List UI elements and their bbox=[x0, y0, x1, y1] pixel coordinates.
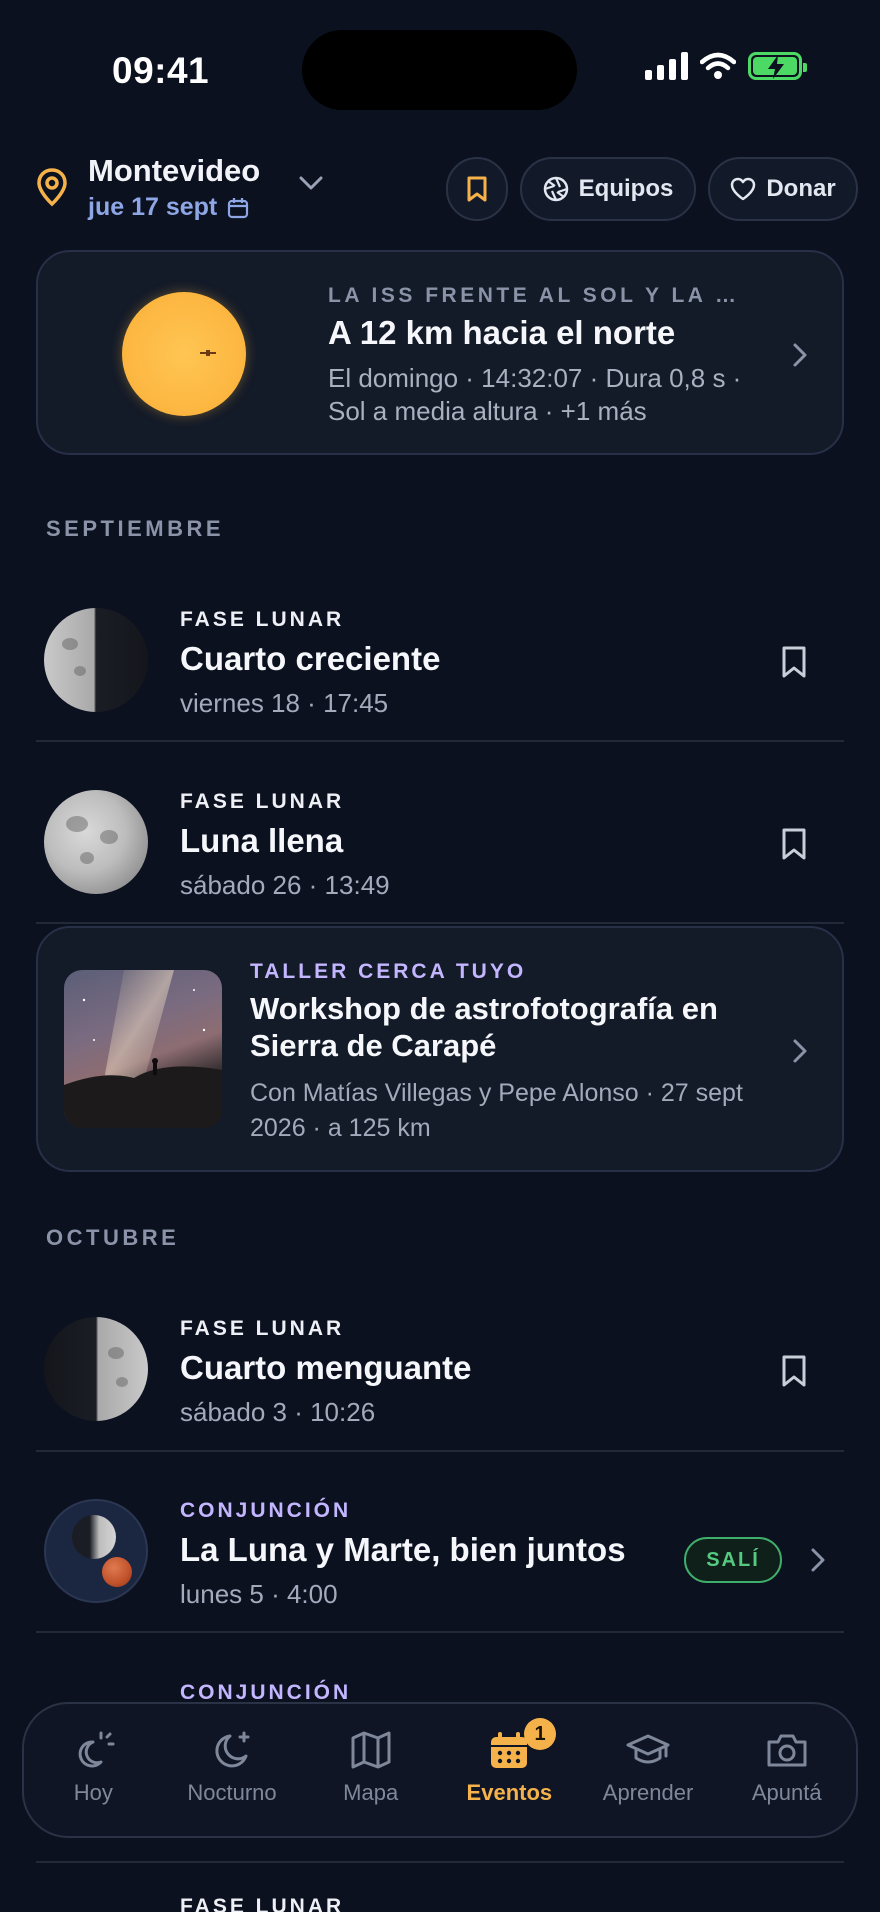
moon-first-quarter-image bbox=[44, 608, 148, 712]
moon-star-icon bbox=[215, 1731, 250, 1768]
workshop-eyebrow: TALLER CERCA TUYO bbox=[250, 960, 527, 983]
equipos-label: Equipos bbox=[578, 175, 674, 202]
event-category: FASE LUNAR bbox=[180, 608, 345, 631]
month-header-october: OCTUBRE bbox=[46, 1225, 180, 1250]
event-title: La Luna y Marte, bien juntos bbox=[180, 1531, 626, 1568]
chevron-right-icon bbox=[811, 1548, 825, 1572]
sun-image bbox=[122, 292, 246, 416]
status-icons bbox=[645, 52, 807, 80]
status-time: 09:41 bbox=[112, 50, 210, 91]
location-pin-icon bbox=[37, 168, 67, 207]
moon-last-quarter-image bbox=[44, 1317, 148, 1421]
saved-events-button[interactable] bbox=[446, 157, 508, 221]
bottom-tab-bar: Hoy Nocturno Mapa 1 Eventos Aprender Apu… bbox=[22, 1702, 858, 1838]
equipos-button[interactable]: Equipos bbox=[520, 157, 696, 221]
calendar-small-icon bbox=[228, 197, 249, 218]
tab-nocturno[interactable]: Nocturno bbox=[163, 1704, 302, 1836]
event-row[interactable]: FASE LUNAR Luna llena sábado 26 · 13:49 bbox=[36, 742, 844, 922]
city-name[interactable]: Montevideo bbox=[88, 153, 260, 189]
event-title: Luna llena bbox=[180, 822, 344, 859]
moon-full-image bbox=[44, 790, 148, 894]
donar-button[interactable]: Donar bbox=[708, 157, 858, 221]
iss-subtitle: El domingo · 14:32:07 · Dura 0,8 s · Sol… bbox=[328, 363, 742, 426]
bookmark-icon[interactable] bbox=[780, 827, 808, 861]
bookmark-icon bbox=[467, 176, 487, 202]
aperture-icon bbox=[543, 176, 568, 202]
tab-mapa[interactable]: Mapa bbox=[301, 1704, 440, 1836]
notification-badge: 1 bbox=[524, 1718, 557, 1750]
event-datetime: sábado 3 · 10:26 bbox=[180, 1397, 376, 1427]
astrophoto-thumbnail bbox=[64, 970, 222, 1128]
chevron-right-icon bbox=[793, 343, 807, 367]
battery-icon bbox=[748, 52, 807, 80]
location-header: Montevideo jue 17 sept Equipos Donar bbox=[0, 145, 880, 235]
selected-date[interactable]: jue 17 sept bbox=[88, 193, 249, 222]
month-header-september: SEPTIEMBRE bbox=[46, 516, 225, 541]
event-row[interactable]: CONJUNCIÓN La Luna y Marte, bien juntos … bbox=[36, 1451, 844, 1631]
event-category: FASE LUNAR bbox=[180, 1895, 345, 1912]
dynamic-island bbox=[302, 30, 577, 110]
map-icon bbox=[351, 1731, 391, 1769]
bookmark-icon[interactable] bbox=[780, 645, 808, 679]
iss-silhouette bbox=[200, 350, 216, 356]
chevron-down-icon[interactable] bbox=[298, 175, 324, 191]
bookmark-icon[interactable] bbox=[780, 1354, 808, 1388]
date-label: jue 17 sept bbox=[88, 193, 218, 221]
tab-label: Nocturno bbox=[187, 1780, 277, 1805]
tab-label: Hoy bbox=[73, 1780, 113, 1805]
moon-mars-conjunction-image bbox=[44, 1499, 148, 1603]
heart-icon bbox=[731, 177, 756, 201]
status-badge: SALÍ bbox=[684, 1537, 782, 1583]
tab-hoy[interactable]: Hoy bbox=[24, 1704, 163, 1836]
status-bar: 09:41 bbox=[0, 0, 880, 145]
iss-title: A 12 km hacia el norte bbox=[328, 314, 676, 351]
tab-label: Aprender bbox=[602, 1780, 694, 1805]
tab-label: Eventos bbox=[466, 1780, 553, 1805]
graduation-cap-icon bbox=[626, 1734, 670, 1764]
camera-icon bbox=[767, 1734, 807, 1767]
event-category: FASE LUNAR bbox=[180, 1317, 345, 1340]
iss-transit-card[interactable]: LA ISS FRENTE AL SOL Y LA … A 12 km haci… bbox=[36, 250, 844, 455]
cellular-signal-icon bbox=[645, 52, 688, 80]
workshop-title: Workshop de astrofotografía en Sierra de… bbox=[250, 991, 718, 1063]
event-title: Cuarto creciente bbox=[180, 640, 441, 677]
workshop-card[interactable]: TALLER CERCA TUYO Workshop de astrofotog… bbox=[36, 926, 844, 1172]
tab-aprender[interactable]: Aprender bbox=[579, 1704, 718, 1836]
event-datetime: lunes 5 · 4:00 bbox=[180, 1579, 338, 1609]
event-category: FASE LUNAR bbox=[180, 790, 345, 813]
donar-label: Donar bbox=[766, 175, 836, 202]
tab-eventos[interactable]: 1 Eventos bbox=[440, 1704, 579, 1836]
event-datetime: viernes 18 · 17:45 bbox=[180, 688, 389, 718]
iss-eyebrow: LA ISS FRENTE AL SOL Y LA … bbox=[328, 284, 740, 307]
sun-moon-icon bbox=[78, 1731, 115, 1768]
tab-apunta[interactable]: Apuntá bbox=[717, 1704, 856, 1836]
tab-label: Apuntá bbox=[751, 1780, 822, 1805]
divider bbox=[36, 922, 844, 924]
chevron-right-icon bbox=[793, 1039, 807, 1063]
wifi-icon bbox=[700, 52, 736, 79]
event-datetime: sábado 26 · 13:49 bbox=[180, 870, 390, 900]
workshop-subtitle: Con Matías Villegas y Pepe Alonso · 27 s… bbox=[250, 1079, 743, 1142]
event-row[interactable]: FASE LUNAR Cuarto menguante sábado 3 · 1… bbox=[36, 1269, 844, 1449]
tab-label: Mapa bbox=[343, 1780, 399, 1805]
event-category: CONJUNCIÓN bbox=[180, 1499, 352, 1522]
event-row[interactable]: FASE LUNAR bbox=[36, 1847, 844, 1912]
event-row[interactable]: FASE LUNAR Cuarto creciente viernes 18 ·… bbox=[36, 560, 844, 740]
event-title: Cuarto menguante bbox=[180, 1349, 472, 1386]
